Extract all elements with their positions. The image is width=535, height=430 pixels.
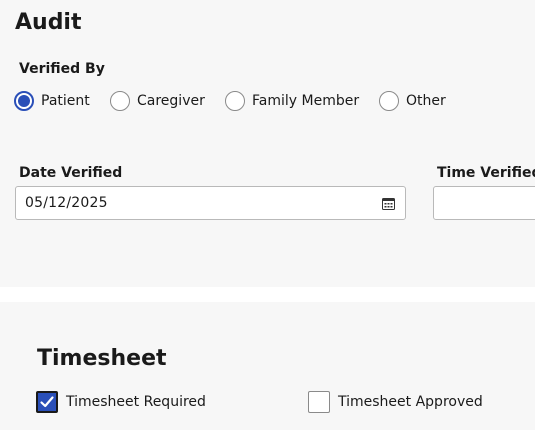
- radio-patient-circle[interactable]: [14, 91, 34, 111]
- date-verified-input[interactable]: 05/12/2025: [15, 186, 406, 220]
- radio-other-label: Other: [406, 93, 446, 109]
- page: Audit Verified By Patient Caregiver Fami…: [0, 0, 535, 430]
- timesheet-panel: Timesheet Timesheet Required Timesheet A…: [0, 302, 535, 430]
- radio-family-member[interactable]: Family Member: [225, 89, 359, 113]
- radio-caregiver-label: Caregiver: [137, 93, 205, 109]
- radio-family-member-label: Family Member: [252, 93, 360, 109]
- checkmark-icon: [40, 396, 54, 408]
- audit-panel: Audit Verified By Patient Caregiver Fami…: [0, 0, 535, 287]
- timesheet-required-checkbox[interactable]: Timesheet Required: [36, 390, 206, 414]
- date-verified-label: Date Verified: [19, 165, 123, 181]
- timesheet-approved-label: Timesheet Approved: [338, 394, 483, 410]
- verified-by-label: Verified By: [19, 61, 105, 77]
- timesheet-approved-box[interactable]: [308, 391, 330, 413]
- time-verified-label: Time Verified: [437, 165, 535, 181]
- radio-other-circle[interactable]: [379, 91, 399, 111]
- time-verified-input[interactable]: [433, 186, 535, 220]
- radio-family-member-circle[interactable]: [225, 91, 245, 111]
- timesheet-required-label: Timesheet Required: [66, 394, 206, 410]
- radio-caregiver-circle[interactable]: [110, 91, 130, 111]
- timesheet-approved-checkbox[interactable]: Timesheet Approved: [308, 390, 483, 414]
- radio-caregiver[interactable]: Caregiver: [110, 89, 205, 113]
- audit-title: Audit: [15, 10, 82, 35]
- radio-patient-label: Patient: [41, 93, 90, 109]
- date-verified-value: 05/12/2025: [25, 195, 108, 211]
- timesheet-title: Timesheet: [37, 346, 167, 371]
- calendar-icon[interactable]: [382, 197, 395, 210]
- radio-other[interactable]: Other: [379, 89, 446, 113]
- timesheet-required-box[interactable]: [36, 391, 58, 413]
- radio-patient[interactable]: Patient: [14, 89, 90, 113]
